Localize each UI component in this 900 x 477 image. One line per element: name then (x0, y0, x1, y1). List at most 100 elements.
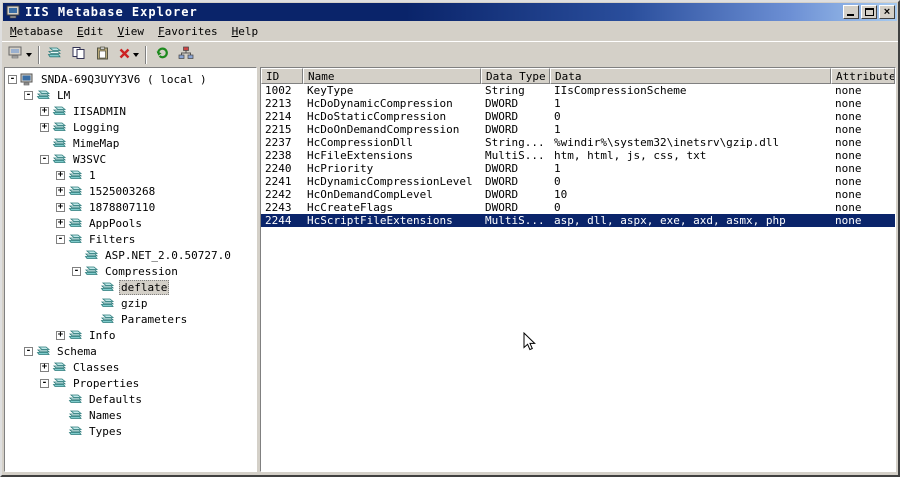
table-row[interactable]: 1002 KeyType String IIsCompressionScheme non… (261, 84, 895, 97)
column-header-attributes[interactable]: Attributes (831, 68, 895, 84)
delete-button[interactable] (115, 44, 142, 66)
cell-data: 0 (554, 175, 561, 188)
tree-expander-minus[interactable]: - (72, 266, 81, 276)
metabase-key-icon (52, 153, 67, 166)
toolbar-separator (145, 45, 147, 64)
cell-attributes: none (835, 97, 862, 110)
tree-expander-minus[interactable]: - (8, 74, 17, 84)
table-row[interactable]: 2242 HcOnDemandCompLevel DWORD 10 none (261, 188, 895, 201)
metabase-key-icon (68, 329, 83, 342)
cell-name: HcPriority (307, 162, 374, 175)
tree-item-label: Names (89, 408, 123, 422)
tree-item-info[interactable]: + Info (5, 327, 256, 343)
toolbar-separator (38, 45, 40, 64)
menu-favorites[interactable]: Favorites (151, 22, 225, 40)
tree-expander-minus[interactable]: - (24, 90, 33, 100)
tree-item-parameters[interactable]: Parameters (5, 311, 256, 327)
tree-item-asp-net-2-0-50727-0[interactable]: ASP.NET_2.0.50727.0 (5, 247, 256, 263)
metabase-key-icon (68, 425, 83, 438)
tree-item-deflate[interactable]: deflate (5, 279, 256, 295)
new-key-button[interactable] (43, 44, 67, 66)
column-header-name[interactable]: Name (303, 68, 481, 84)
tree-expander-minus[interactable]: - (40, 378, 49, 388)
cell-data: 1 (554, 97, 561, 110)
table-row[interactable]: 2213 HcDoDynamicCompression DWORD 1 none (261, 97, 895, 110)
tree-item-label: ASP.NET_2.0.50727.0 (105, 248, 231, 262)
menu-metabase[interactable]: Metabase (3, 22, 70, 40)
tree-expander-minus[interactable]: - (40, 154, 49, 164)
cell-attributes: none (835, 84, 862, 97)
titlebar[interactable]: IIS Metabase Explorer × (3, 3, 897, 21)
metabase-key-icon (84, 249, 99, 262)
metabase-key-icon (52, 137, 67, 150)
metabase-key-icon (52, 121, 67, 134)
table-row[interactable]: 2237 HcCompressionDll String... %windir%\sy… (261, 136, 895, 149)
column-header-data[interactable]: Data (550, 68, 831, 84)
tree-item-label: IISADMIN (73, 104, 126, 118)
tree-item-gzip[interactable]: gzip (5, 295, 256, 311)
tree-expander-plus[interactable]: + (40, 106, 49, 116)
tree-item-label: Properties (73, 376, 140, 390)
tree-item-snda-69q3uyy3v6-local[interactable]: - SNDA-69Q3UYY3V6 ( local ) (5, 71, 256, 87)
tree-expander-minus[interactable]: - (24, 346, 33, 356)
tree-item-compression[interactable]: - Compression (5, 263, 256, 279)
tree-item-label: Types (89, 424, 123, 438)
tree-expander-plus[interactable]: + (40, 362, 49, 372)
tree-item-properties[interactable]: - Properties (5, 375, 256, 391)
cell-attributes: none (835, 162, 862, 175)
tree-expander-plus[interactable]: + (56, 330, 65, 340)
copy-button[interactable] (67, 44, 91, 66)
tree-item-schema[interactable]: - Schema (5, 343, 256, 359)
tree-item-mimemap[interactable]: MimeMap (5, 135, 256, 151)
menu-help[interactable]: Help (225, 22, 266, 40)
tree-item-defaults[interactable]: Defaults (5, 391, 256, 407)
hierarchy-button[interactable] (174, 44, 198, 66)
menu-edit[interactable]: Edit (70, 22, 111, 40)
column-header-id[interactable]: ID (261, 68, 303, 84)
tree-item-lm[interactable]: - LM (5, 87, 256, 103)
tree-expander-plus[interactable]: + (56, 170, 65, 180)
tree-item-1525003268[interactable]: +1525003268 (5, 183, 256, 199)
tree-expander-plus[interactable]: + (56, 186, 65, 196)
column-header-data-type[interactable]: Data Type (481, 68, 550, 84)
tree-item-names[interactable]: Names (5, 407, 256, 423)
tree-item-classes[interactable]: + Classes (5, 359, 256, 375)
paste-button[interactable] (91, 44, 115, 66)
minimize-button[interactable] (843, 5, 859, 19)
connect-button[interactable] (5, 44, 35, 66)
delete-icon (118, 47, 131, 63)
cell-id: 2243 (265, 201, 292, 214)
cell-data: 1 (554, 162, 561, 175)
cell-id: 2240 (265, 162, 292, 175)
tree-expander-plus[interactable]: + (56, 218, 65, 228)
tree-item-w3svc[interactable]: - W3SVC (5, 151, 256, 167)
cell-name: HcDoStaticCompression (307, 110, 447, 123)
tree-expander-minus[interactable]: - (56, 234, 65, 244)
metabase-key-icon (68, 409, 83, 422)
tree-item-filters[interactable]: - Filters (5, 231, 256, 247)
maximize-button[interactable] (861, 5, 877, 19)
table-row[interactable]: 2241 HcDynamicCompressionLevel DWORD 0 none (261, 175, 895, 188)
table-row[interactable]: 2244 HcScriptFileExtensions MultiS... asp, … (261, 214, 895, 227)
tree-expander-plus[interactable]: + (56, 202, 65, 212)
table-row[interactable]: 2215 HcDoOnDemandCompression DWORD 1 none (261, 123, 895, 136)
tree-item-apppools[interactable]: + AppPools (5, 215, 256, 231)
tree-item-1[interactable]: +1 (5, 167, 256, 183)
table-row[interactable]: 2243 HcCreateFlags DWORD 0 none (261, 201, 895, 214)
menu-view[interactable]: View (110, 22, 151, 40)
cell-data-type: DWORD (485, 97, 519, 110)
tree-item-1878807110[interactable]: +1878807110 (5, 199, 256, 215)
tree-expander-plus[interactable]: + (40, 122, 49, 132)
refresh-button[interactable] (150, 44, 174, 66)
tree-item-iisadmin[interactable]: + IISADMIN (5, 103, 256, 119)
tree-item-types[interactable]: Types (5, 423, 256, 439)
app-window: IIS Metabase Explorer × Metabase Edit View… (0, 0, 900, 477)
connect-icon (8, 46, 24, 63)
table-row[interactable]: 2238 HcFileExtensions MultiS... htm, html, … (261, 149, 895, 162)
close-button[interactable]: × (879, 5, 895, 19)
table-row[interactable]: 2214 HcDoStaticCompression DWORD 0 none (261, 110, 895, 123)
table-row[interactable]: 2240 HcPriority DWORD 1 none (261, 162, 895, 175)
metabase-key-icon (68, 201, 83, 214)
cell-attributes: none (835, 201, 862, 214)
tree-item-logging[interactable]: + Logging (5, 119, 256, 135)
